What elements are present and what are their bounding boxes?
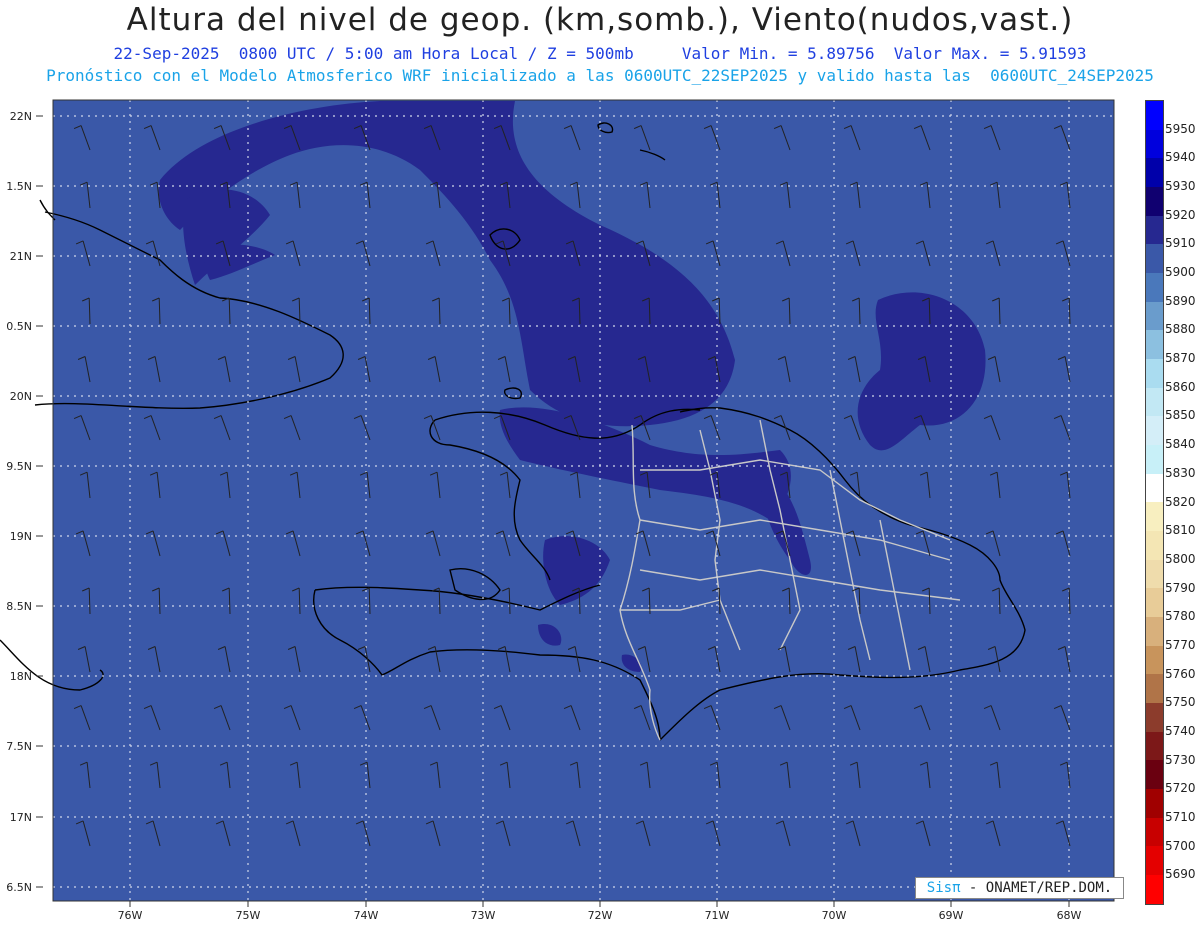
colorbar-level-label: 5780 [1165,609,1196,624]
colorbar-swatch [1146,301,1163,331]
latitude-labels: 22N 1.5N 21N 0.5N 20N 9.5N 19N 8.5N 18N … [6,110,32,894]
lat-label: 0.5N [6,320,32,333]
colorbar-swatch [1146,273,1163,302]
colorbar-swatch [1146,330,1163,360]
colorbar-swatch [1146,129,1163,159]
colorbar-swatch [1146,531,1163,560]
lon-label: 68W [1057,909,1082,922]
colorbar-swatch [1146,158,1163,188]
colorbar-level-label: 5700 [1165,838,1196,853]
colorbar-swatch [1146,875,1163,904]
colorbar-swatch [1146,703,1163,732]
colorbar-swatch [1146,359,1163,388]
lon-label: 72W [588,909,613,922]
colorbar-level-label: 5930 [1165,179,1196,194]
colorbar-level-label: 5690 [1165,867,1196,882]
lon-label: 74W [354,909,379,922]
lat-label: 9.5N [6,460,32,473]
colorbar-swatch [1146,559,1163,589]
colorbar-swatch [1146,244,1163,274]
colorbar-swatch [1146,846,1163,876]
colorbar-swatch [1146,473,1163,503]
colorbar-level-label: 5940 [1165,150,1196,165]
colorbar-swatch [1146,817,1163,847]
colorbar-level-label: 5710 [1165,809,1196,824]
lon-label: 75W [236,909,261,922]
colorbar-level-label: 5730 [1165,752,1196,767]
lat-label: 7.5N [6,740,32,753]
colorbar-level-label: 5920 [1165,207,1196,222]
colorbar [1145,100,1164,905]
colorbar-level-label: 5760 [1165,666,1196,681]
colorbar-swatch [1146,760,1163,790]
longitude-ticks [129,901,1070,907]
colorbar-swatch [1146,645,1163,675]
lon-label: 76W [118,909,143,922]
colorbar-level-label: 5850 [1165,408,1196,423]
lat-label: 18N [10,670,32,683]
colorbar-level-label: 5830 [1165,465,1196,480]
lon-label: 73W [471,909,496,922]
colorbar-swatch [1146,416,1163,446]
colorbar-level-label: 5910 [1165,236,1196,251]
lat-label: 22N [10,110,32,123]
lat-label: 21N [10,250,32,263]
latitude-ticks [36,115,43,888]
colorbar-swatch [1146,387,1163,417]
lat-label: 17N [10,811,32,824]
colorbar-swatch [1146,617,1163,646]
colorbar-swatch [1146,789,1163,818]
lat-label: 8.5N [6,600,32,613]
colorbar-swatch [1146,187,1163,216]
colorbar-level-label: 5820 [1165,494,1196,509]
colorbar-level-label: 5840 [1165,437,1196,452]
colorbar-level-label: 5720 [1165,781,1196,796]
lat-label: 1.5N [6,180,32,193]
lon-label: 69W [939,909,964,922]
colorbar-level-label: 5950 [1165,121,1196,136]
lon-label: 71W [705,909,730,922]
colorbar-level-label: 5800 [1165,551,1196,566]
lat-label: 6.5N [6,881,32,894]
colorbar-level-label: 5750 [1165,695,1196,710]
colorbar-swatch [1146,731,1163,761]
credit-box: Sisπ - ONAMET/REP.DOM. [915,877,1124,899]
colorbar-level-label: 5810 [1165,523,1196,538]
lat-label: 20N [10,390,32,403]
colorbar-swatch [1146,502,1163,532]
credit-brand: Sisπ [926,880,961,896]
colorbar-level-label: 5890 [1165,293,1196,308]
lon-label: 70W [822,909,847,922]
colorbar-level-label: 5870 [1165,351,1196,366]
colorbar-level-label: 5740 [1165,723,1196,738]
colorbar-level-label: 5900 [1165,265,1196,280]
longitude-labels: 76W 75W 74W 73W 72W 71W 70W 69W 68W [118,909,1082,922]
colorbar-level-label: 5880 [1165,322,1196,337]
colorbar-level-label: 5790 [1165,580,1196,595]
colorbar-level-label: 5770 [1165,637,1196,652]
credit-text: - ONAMET/REP.DOM. [960,880,1113,896]
colorbar-swatch [1146,445,1163,474]
forecast-map: 22N 1.5N 21N 0.5N 20N 9.5N 19N 8.5N 18N … [0,99,1115,922]
colorbar-swatch [1146,674,1163,704]
colorbar-swatch [1146,588,1163,618]
colorbar-swatch [1146,101,1163,130]
colorbar-swatch [1146,215,1163,245]
colorbar-level-label: 5860 [1165,379,1196,394]
lat-label: 19N [10,530,32,543]
